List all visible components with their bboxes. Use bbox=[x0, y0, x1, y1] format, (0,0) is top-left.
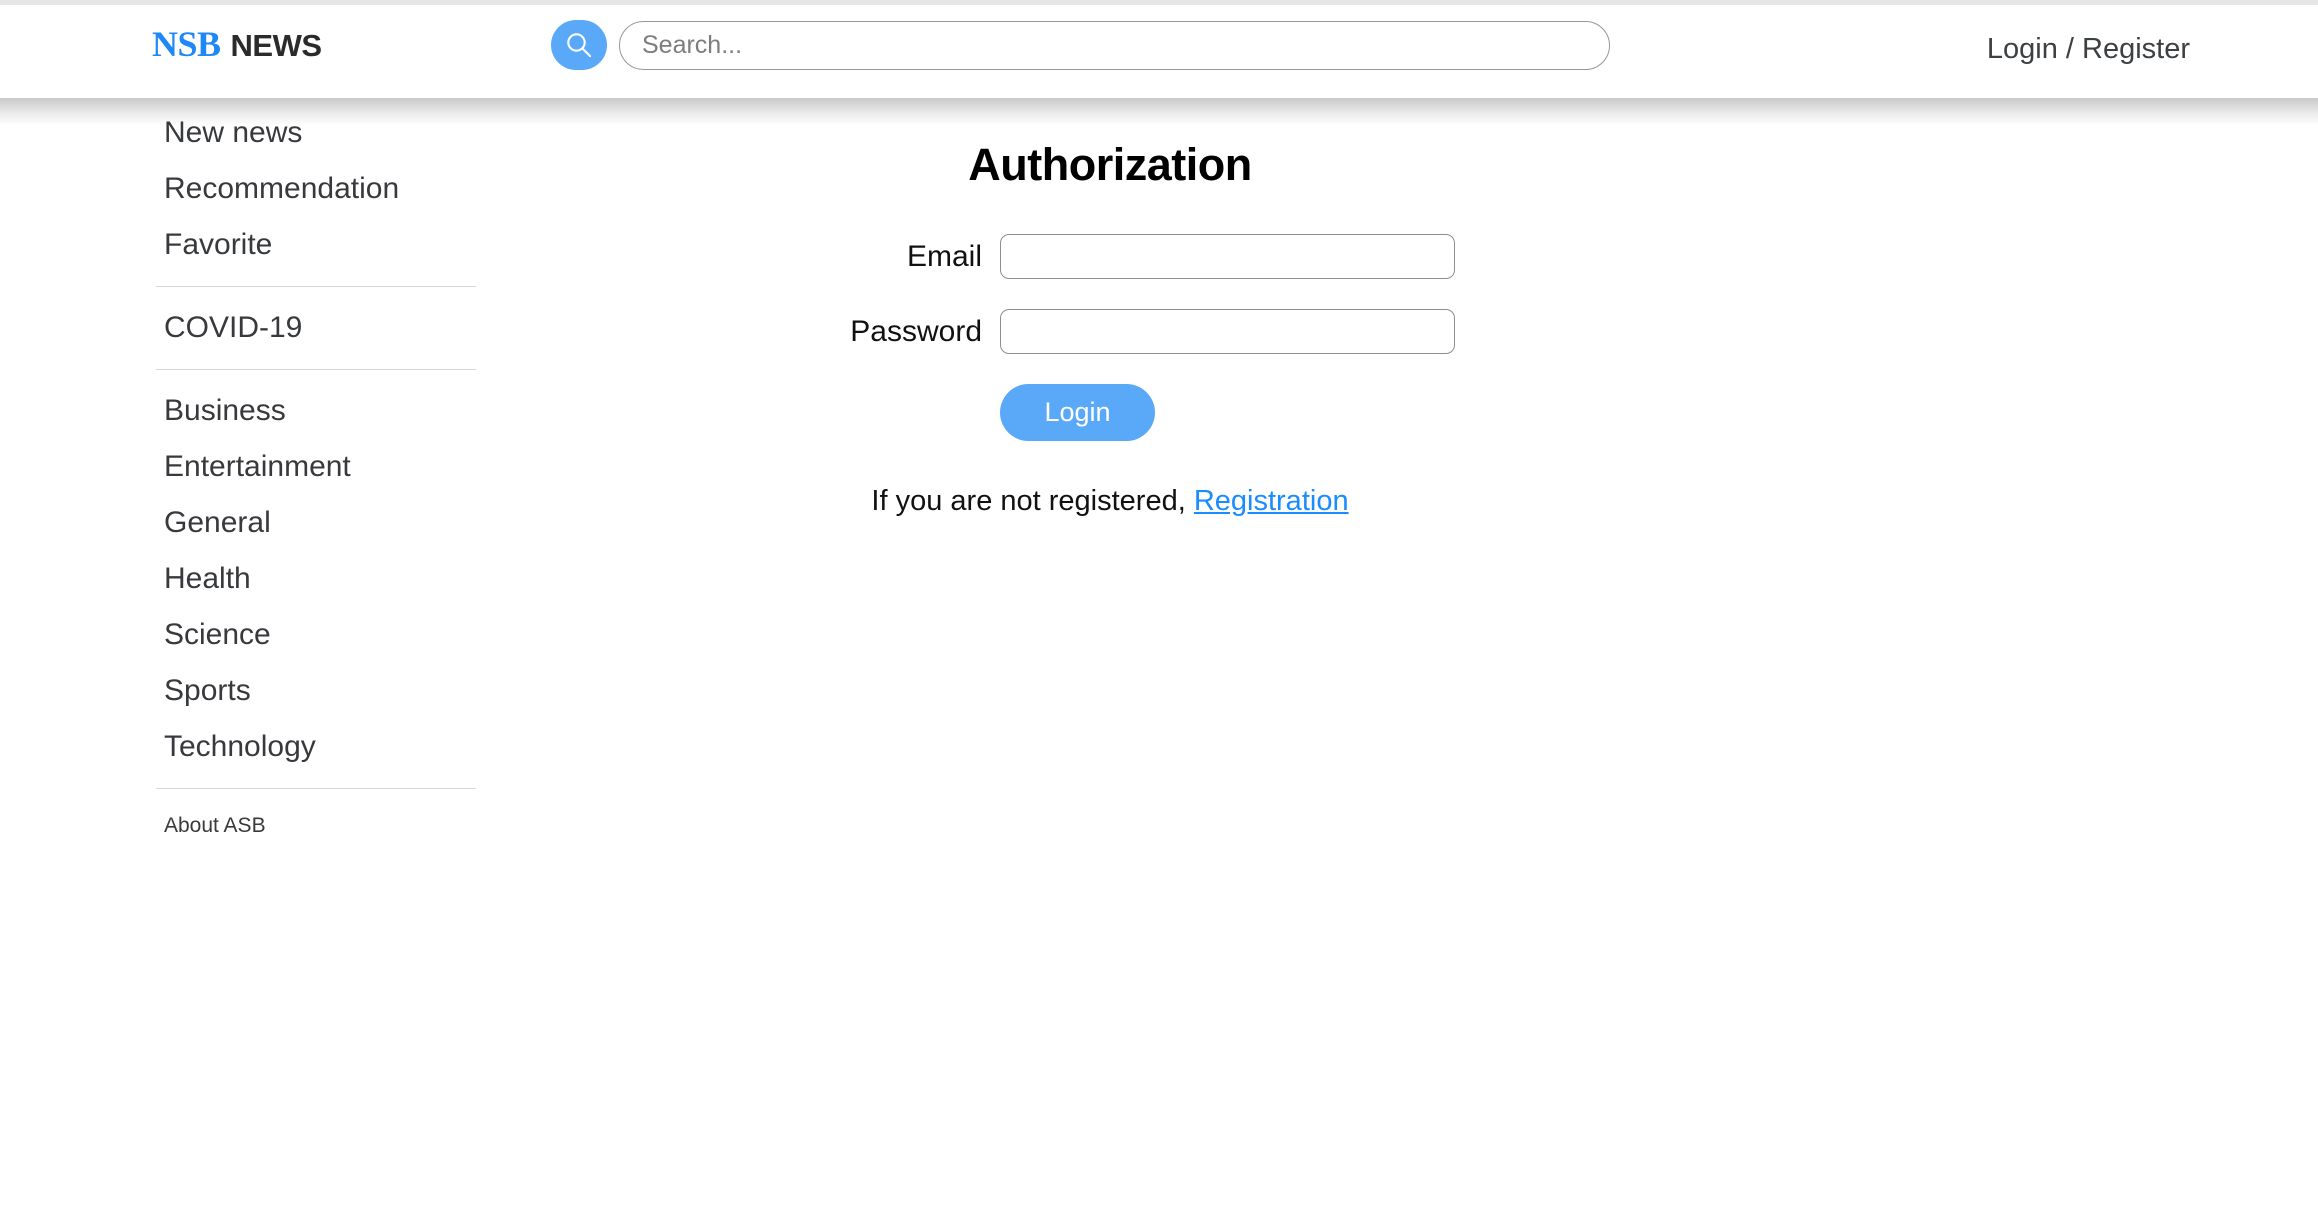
email-label: Email bbox=[906, 239, 982, 273]
password-row: Password bbox=[700, 309, 1520, 354]
page-title: Authorization bbox=[968, 139, 1252, 190]
sidebar-separator bbox=[156, 788, 476, 789]
authorization-panel: Authorization Email Password Login If yo… bbox=[700, 138, 1520, 547]
sidebar-item-technology[interactable]: Technology bbox=[164, 732, 476, 762]
sidebar-item-business[interactable]: Business bbox=[164, 396, 476, 426]
registration-note-text: If you are not registered, bbox=[871, 485, 1194, 517]
sidebar-item-general[interactable]: General bbox=[164, 508, 476, 538]
page-body: New news Recommendation Favorite COVID-1… bbox=[0, 98, 2318, 1214]
sidebar-item-sports[interactable]: Sports bbox=[164, 676, 476, 706]
registration-link[interactable]: Registration bbox=[1194, 485, 1349, 517]
site-header: NSB NEWS Login / Register bbox=[0, 5, 2318, 98]
email-field[interactable] bbox=[1000, 234, 1455, 279]
sidebar-item-about-asb[interactable]: About ASB bbox=[164, 815, 476, 836]
login-button[interactable]: Login bbox=[1000, 384, 1155, 441]
sidebar-item-science[interactable]: Science bbox=[164, 620, 476, 650]
login-register-link[interactable]: Login / Register bbox=[0, 33, 2318, 66]
sidebar-item-recommendation[interactable]: Recommendation bbox=[164, 174, 476, 204]
sidebar-item-health[interactable]: Health bbox=[164, 564, 476, 594]
sidebar-item-entertainment[interactable]: Entertainment bbox=[164, 452, 476, 482]
registration-note: If you are not registered, Registration bbox=[700, 485, 1520, 518]
sidebar-separator bbox=[156, 369, 476, 370]
sidebar-item-new-news[interactable]: New news bbox=[164, 118, 476, 148]
sidebar-separator bbox=[156, 286, 476, 287]
password-field[interactable] bbox=[1000, 309, 1455, 354]
password-label: Password bbox=[850, 314, 982, 348]
sidebar-item-covid-19[interactable]: COVID-19 bbox=[164, 313, 476, 343]
sidebar-nav: New news Recommendation Favorite COVID-1… bbox=[156, 118, 476, 836]
email-row: Email bbox=[700, 234, 1520, 279]
login-button-row: Login bbox=[700, 384, 1520, 441]
login-form: Email Password Login bbox=[700, 234, 1520, 441]
sidebar-item-favorite[interactable]: Favorite bbox=[164, 230, 476, 260]
